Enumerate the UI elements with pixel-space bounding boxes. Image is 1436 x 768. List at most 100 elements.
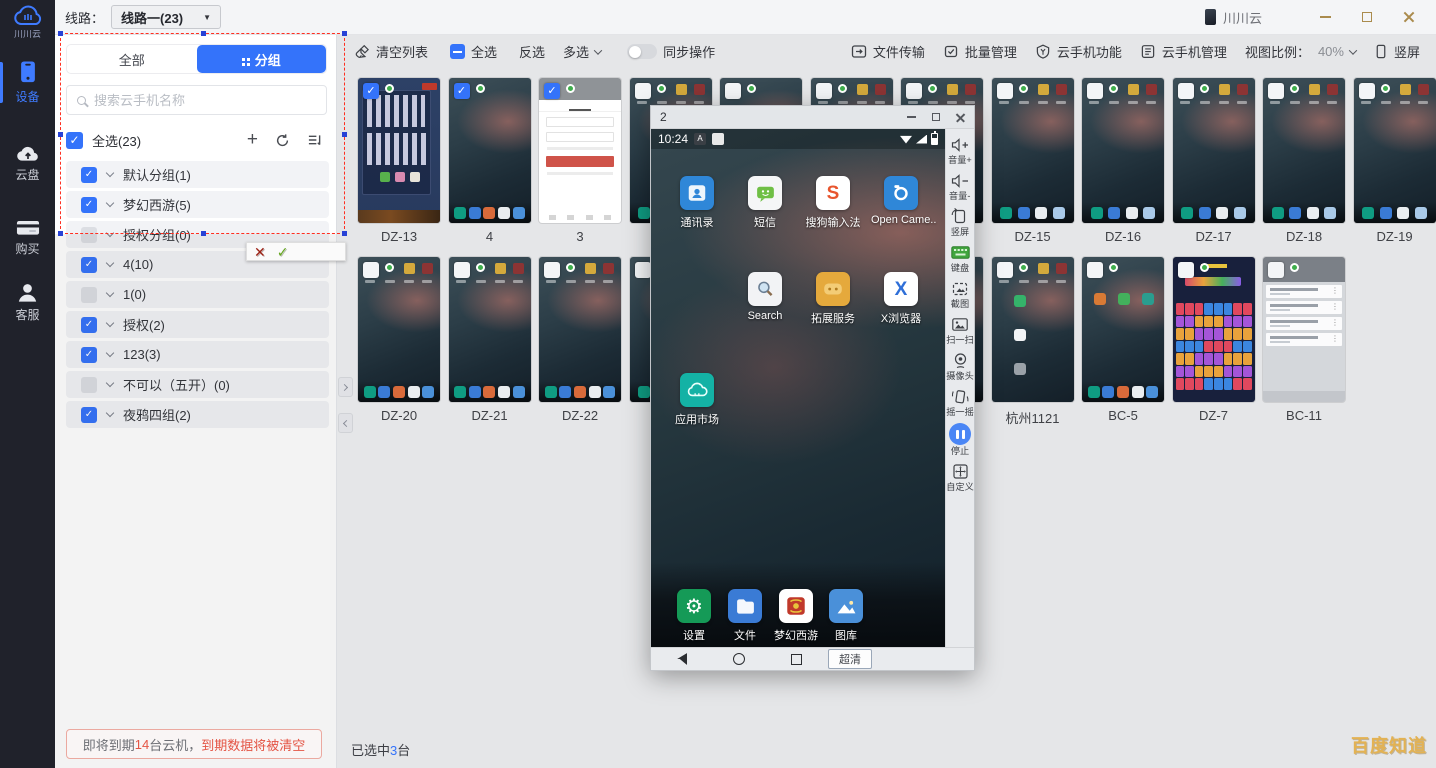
- device-checkbox[interactable]: [363, 262, 379, 278]
- group-checkbox[interactable]: [81, 287, 97, 303]
- device-card-DZ-22[interactable]: DZ-22: [539, 257, 621, 423]
- confirm-capture-icon[interactable]: ✓: [277, 245, 289, 259]
- chevron-down-icon[interactable]: [106, 318, 114, 326]
- app-应用市场[interactable]: 应用市场: [667, 373, 727, 427]
- tab-group[interactable]: 分组: [197, 45, 327, 73]
- chevron-down-icon[interactable]: [106, 288, 114, 296]
- device-checkbox[interactable]: [1268, 262, 1284, 278]
- tool-volume-down[interactable]: 音量-: [948, 171, 971, 203]
- group-row-123(3)[interactable]: ✓123(3): [66, 341, 329, 368]
- file-transfer-button[interactable]: 文件传输: [851, 42, 925, 61]
- portrait-button[interactable]: 竖屏: [1374, 42, 1420, 61]
- device-checkbox[interactable]: [635, 83, 651, 99]
- device-checkbox[interactable]: ✓: [363, 83, 379, 99]
- device-checkbox[interactable]: [454, 262, 470, 278]
- device-card-4[interactable]: ✓4: [449, 78, 531, 244]
- device-checkbox[interactable]: [1087, 262, 1103, 278]
- device-checkbox[interactable]: [816, 83, 832, 99]
- tool-rotate[interactable]: 竖屏: [950, 207, 970, 239]
- device-checkbox[interactable]: [725, 83, 741, 99]
- dock-app-梦幻西游[interactable]: 梦幻西游: [771, 589, 821, 643]
- panel-collapse-button[interactable]: [338, 413, 353, 433]
- group-checkbox[interactable]: [81, 377, 97, 393]
- tool-stop[interactable]: 停止: [949, 423, 971, 458]
- device-thumbnail[interactable]: ✓: [358, 78, 440, 223]
- device-thumbnail[interactable]: [449, 257, 531, 402]
- group-checkbox[interactable]: ✓: [81, 347, 97, 363]
- batch-manage-button[interactable]: 批量管理: [943, 42, 1017, 61]
- group-checkbox[interactable]: [81, 227, 97, 243]
- app-拓展服务[interactable]: 拓展服务: [803, 272, 863, 326]
- phone-manage-button[interactable]: 云手机管理: [1140, 42, 1227, 61]
- sidebar-item-购买[interactable]: 购买: [0, 218, 55, 257]
- device-card-DZ-20[interactable]: DZ-20: [358, 257, 440, 423]
- chevron-down-icon[interactable]: [106, 228, 114, 236]
- minimize-icon[interactable]: [907, 116, 916, 118]
- cancel-capture-icon[interactable]: ✕: [254, 245, 266, 259]
- group-checkbox[interactable]: ✓: [81, 317, 97, 333]
- close-button[interactable]: [1388, 2, 1430, 32]
- group-checkbox[interactable]: ✓: [81, 197, 97, 213]
- device-checkbox[interactable]: [1178, 262, 1194, 278]
- group-row-1(0)[interactable]: 1(0): [66, 281, 329, 308]
- sync-operation-toggle[interactable]: 同步操作: [627, 42, 715, 61]
- app-Open Came..[interactable]: Open Came..: [871, 176, 931, 226]
- device-thumbnail[interactable]: [539, 257, 621, 402]
- group-checkbox[interactable]: ✓: [81, 407, 97, 423]
- add-group-button[interactable]: +: [247, 133, 258, 147]
- device-checkbox[interactable]: [544, 262, 560, 278]
- device-card-BC-5[interactable]: BC-5: [1082, 257, 1164, 423]
- tool-custom[interactable]: 自定义: [945, 462, 975, 494]
- recents-button[interactable]: [791, 654, 802, 665]
- back-button[interactable]: [677, 653, 687, 665]
- device-checkbox[interactable]: [1087, 83, 1103, 99]
- device-card-DZ-19[interactable]: DZ-19: [1354, 78, 1436, 244]
- device-thumbnail[interactable]: [1173, 78, 1255, 223]
- device-card-3[interactable]: ✓3: [539, 78, 621, 244]
- sidebar-item-设备[interactable]: 设备: [0, 60, 55, 105]
- refresh-button[interactable]: [275, 133, 290, 148]
- device-card-杭州1121[interactable]: 杭州1121: [992, 257, 1074, 427]
- tab-all[interactable]: 全部: [67, 45, 197, 73]
- minimize-button[interactable]: [1304, 2, 1346, 32]
- chevron-down-icon[interactable]: [106, 408, 114, 416]
- search-input[interactable]: [94, 93, 316, 108]
- app-X浏览器[interactable]: XX浏览器: [871, 272, 931, 326]
- device-card-DZ-7[interactable]: DZ-7: [1173, 257, 1255, 423]
- app-Search[interactable]: Search: [735, 272, 795, 322]
- home-button[interactable]: [733, 653, 745, 665]
- device-card-DZ-17[interactable]: DZ-17: [1173, 78, 1255, 244]
- device-thumbnail[interactable]: [1263, 257, 1345, 402]
- close-icon[interactable]: [956, 113, 965, 122]
- chevron-down-icon[interactable]: [106, 168, 114, 176]
- phone-screen[interactable]: 10:24 A 通讯录短信S搜狗输入法Open Came..Search拓展服务…: [651, 129, 945, 647]
- device-thumbnail[interactable]: [992, 257, 1074, 402]
- group-checkbox[interactable]: ✓: [81, 257, 97, 273]
- device-checkbox[interactable]: [1359, 83, 1375, 99]
- device-checkbox[interactable]: [635, 262, 651, 278]
- chevron-down-icon[interactable]: [106, 348, 114, 356]
- checkbox-indeterminate-icon[interactable]: [450, 44, 465, 59]
- device-thumbnail[interactable]: [1082, 78, 1164, 223]
- device-card-DZ-21[interactable]: DZ-21: [449, 257, 531, 423]
- app-搜狗输入法[interactable]: S搜狗输入法: [803, 176, 863, 230]
- device-card-BC-11[interactable]: BC-11: [1263, 257, 1345, 423]
- toggle-off-icon[interactable]: [627, 44, 657, 59]
- device-checkbox[interactable]: [997, 83, 1013, 99]
- tool-scan[interactable]: 扫一扫: [945, 315, 975, 347]
- device-thumbnail[interactable]: [358, 257, 440, 402]
- sidebar-item-客服[interactable]: 客服: [0, 282, 55, 323]
- tool-volume-up[interactable]: 音量+: [947, 135, 973, 167]
- maximize-button[interactable]: [1346, 2, 1388, 32]
- device-checkbox[interactable]: [1268, 83, 1284, 99]
- device-card-DZ-15[interactable]: DZ-15: [992, 78, 1074, 244]
- device-thumbnail[interactable]: [1173, 257, 1255, 402]
- dock-app-图库[interactable]: 图库: [821, 589, 871, 643]
- device-checkbox[interactable]: ✓: [454, 83, 470, 99]
- sort-button[interactable]: [307, 133, 322, 147]
- device-thumbnail[interactable]: ✓: [449, 78, 531, 223]
- quality-button[interactable]: 超清: [828, 649, 872, 669]
- group-row-夜鸦四组(2)[interactable]: ✓夜鸦四组(2): [66, 401, 329, 428]
- view-scale-select[interactable]: 视图比例： 40%: [1245, 42, 1356, 61]
- device-card-DZ-13[interactable]: ✓DZ-13: [358, 78, 440, 244]
